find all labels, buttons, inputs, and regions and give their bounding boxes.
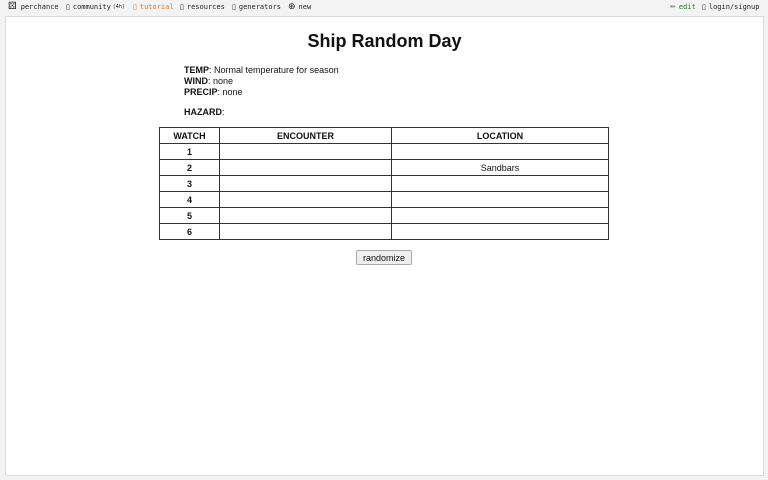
- watch-cell: 2: [159, 159, 220, 176]
- nav-perchance-label: perchance: [20, 3, 59, 11]
- nav-new[interactable]: ⊕ new: [288, 2, 312, 12]
- watch-cell: 4: [159, 191, 220, 208]
- table-row: 3: [159, 175, 609, 192]
- nav-perchance[interactable]: ⚄ perchance: [8, 1, 59, 12]
- encounter-cell: [219, 223, 392, 240]
- location-cell: Sandbars: [391, 159, 609, 176]
- nav-edit-label: edit: [678, 3, 696, 11]
- watch-cell: 3: [159, 175, 220, 192]
- temp-label: TEMP: [184, 65, 210, 75]
- wind-line: WIND: none: [184, 76, 234, 86]
- plus-circle-icon: ⊕: [288, 2, 296, 12]
- hazard-line: HAZARD:: [184, 107, 225, 117]
- encounter-cell: [219, 207, 392, 224]
- table-row: 1: [159, 143, 609, 160]
- location-cell: [391, 223, 609, 240]
- encounter-cell: [219, 159, 392, 176]
- table-row: 5: [159, 207, 609, 224]
- nav-community[interactable]: ▯ community (4h): [66, 3, 125, 11]
- header-watch: WATCH: [159, 127, 220, 144]
- table-header-row: WATCH ENCOUNTER LOCATION: [159, 127, 609, 144]
- folder-icon: ▯: [180, 3, 184, 11]
- nav-community-label: community: [72, 3, 111, 11]
- precip-label: PRECIP: [184, 87, 218, 97]
- location-cell: [391, 191, 609, 208]
- header-location: LOCATION: [391, 127, 609, 144]
- watch-table: WATCH ENCOUNTER LOCATION 1 2 Sandbars 3: [159, 127, 609, 240]
- chat-icon: ▯: [66, 3, 70, 11]
- list-icon: ▯: [232, 3, 236, 11]
- nav-resources[interactable]: ▯ resources: [180, 3, 225, 11]
- pencil-icon: ✏: [670, 3, 676, 11]
- nav-login-label: login/signup: [708, 3, 760, 11]
- community-badge: (4h): [112, 4, 125, 10]
- encounter-cell: [219, 191, 392, 208]
- nav-tutorial-label: tutorial: [139, 3, 174, 11]
- die-icon: ⚄: [8, 1, 17, 12]
- book-icon: ▯: [133, 3, 137, 11]
- table-row: 2 Sandbars: [159, 159, 609, 176]
- watch-cell: 6: [159, 223, 220, 240]
- encounter-cell: [219, 175, 392, 192]
- content-panel: Ship Random Day TEMP: Normal temperature…: [5, 16, 764, 476]
- user-icon: ▯: [702, 3, 706, 11]
- page-title: Ship Random Day: [307, 31, 462, 51]
- nav-generators[interactable]: ▯ generators: [232, 3, 281, 11]
- nav-generators-label: generators: [238, 3, 282, 11]
- watch-cell: 1: [159, 143, 220, 160]
- table-row: 4: [159, 191, 609, 208]
- randomize-button[interactable]: randomize: [356, 250, 412, 265]
- hazard-label: HAZARD: [184, 107, 222, 117]
- precip-value: none: [222, 87, 243, 97]
- top-nav: ⚄ perchance ▯ community (4h) ▯ tutorial …: [0, 0, 768, 16]
- header-encounter: ENCOUNTER: [219, 127, 392, 144]
- nav-tutorial[interactable]: ▯ tutorial: [133, 3, 174, 11]
- location-cell: [391, 143, 609, 160]
- nav-edit[interactable]: ✏ edit: [670, 3, 696, 11]
- nav-resources-label: resources: [186, 3, 225, 11]
- weather-stats: TEMP: Normal temperature for season WIND…: [184, 65, 339, 98]
- nav-login[interactable]: ▯ login/signup: [702, 3, 759, 11]
- precip-line: PRECIP: none: [184, 87, 243, 97]
- encounter-cell: [219, 143, 392, 160]
- location-cell: [391, 207, 609, 224]
- wind-value: none: [213, 76, 234, 86]
- temp-value: Normal temperature for season: [214, 65, 339, 75]
- wind-label: WIND: [184, 76, 208, 86]
- watch-cell: 5: [159, 207, 220, 224]
- temp-line: TEMP: Normal temperature for season: [184, 65, 339, 75]
- nav-new-label: new: [298, 3, 312, 11]
- location-cell: [391, 175, 609, 192]
- table-row: 6: [159, 223, 609, 240]
